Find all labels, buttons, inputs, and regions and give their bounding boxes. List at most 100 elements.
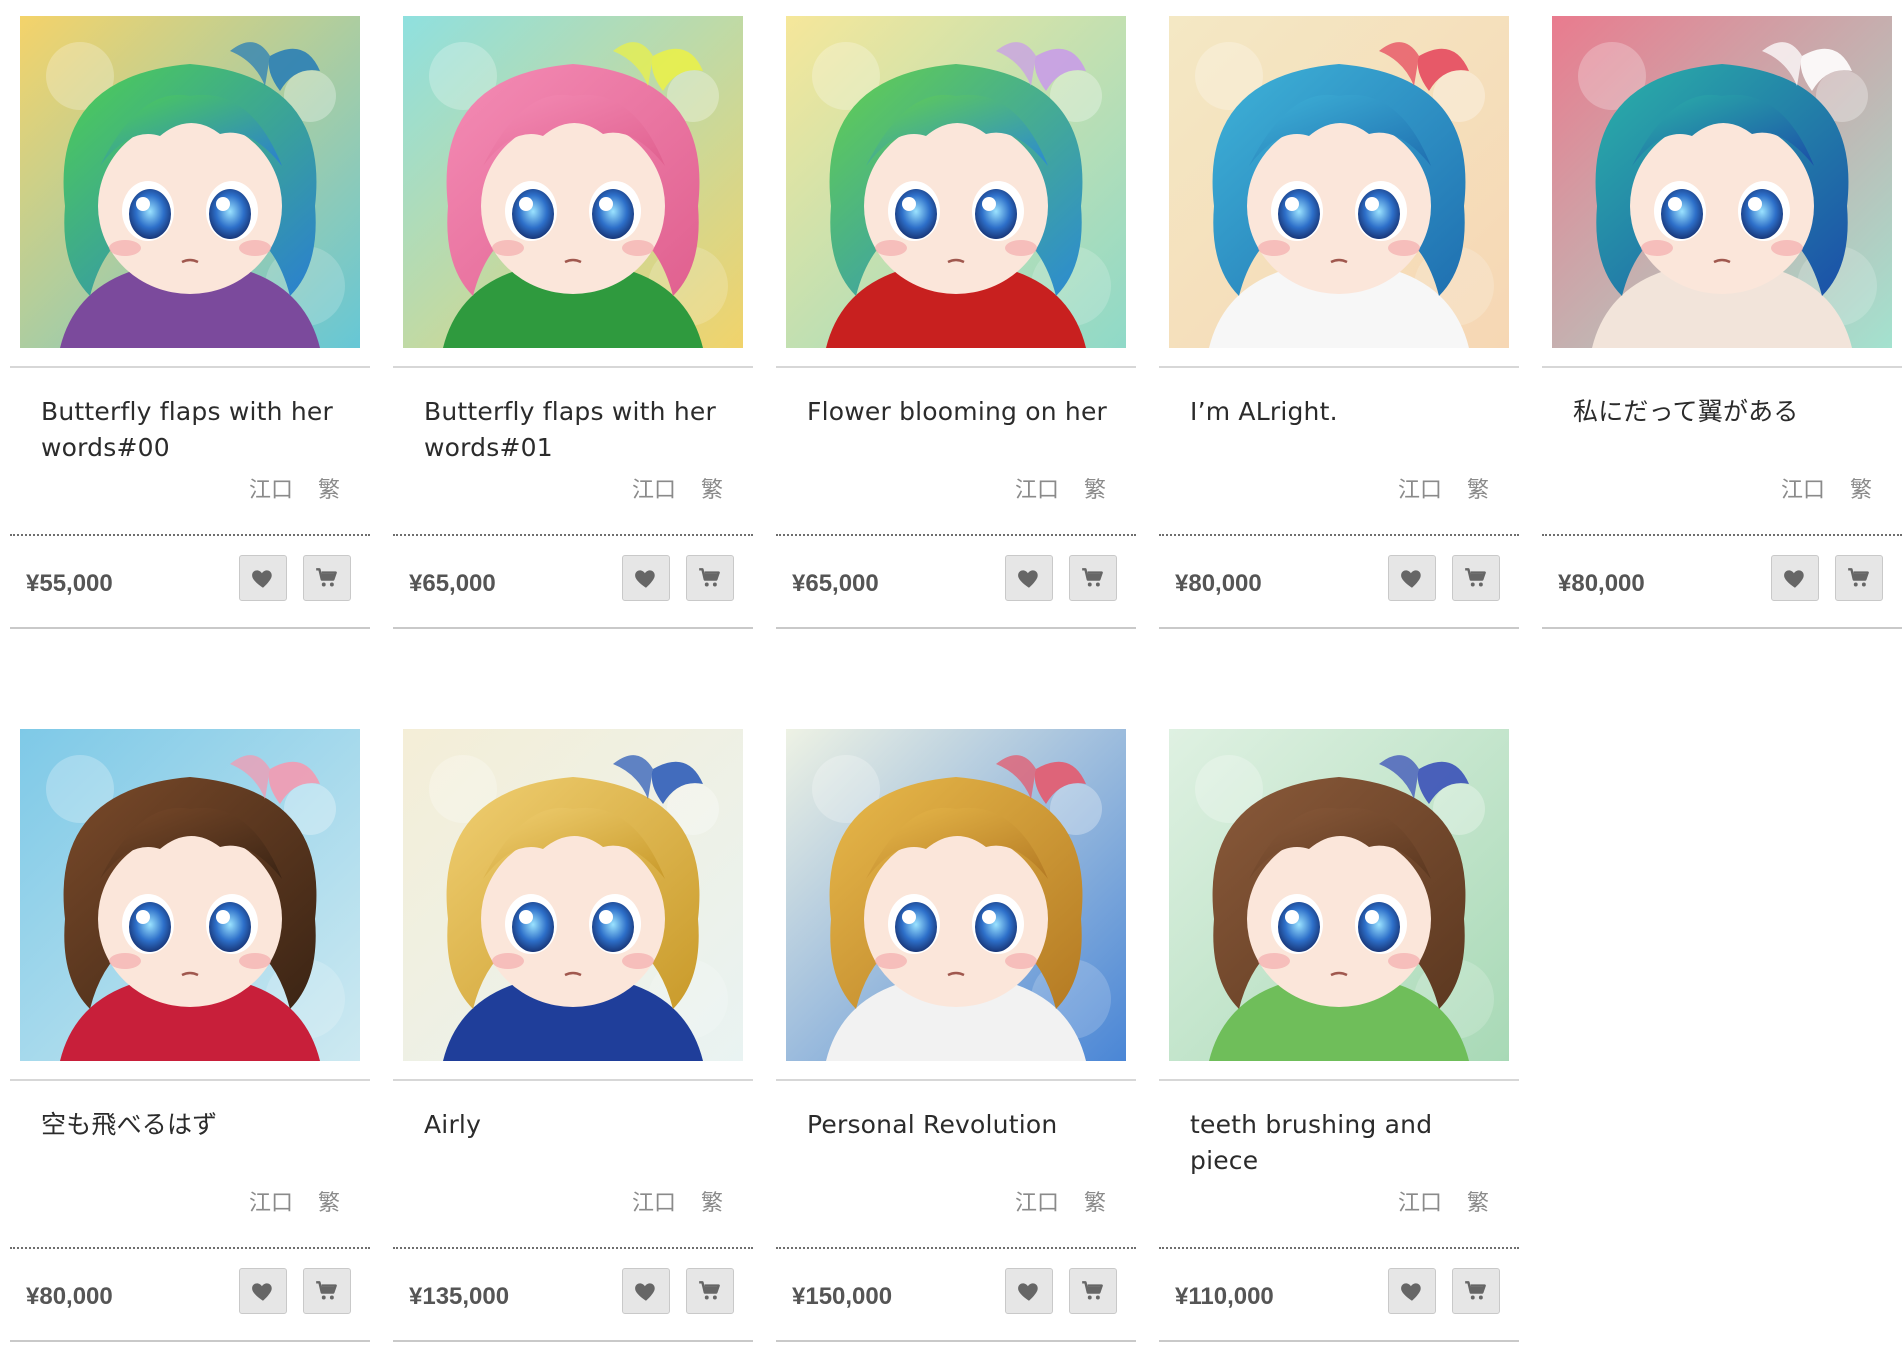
artist-name[interactable]: 江口 繁: [632, 1185, 723, 1217]
dotted-divider: [776, 1247, 1136, 1249]
artwork-price: ¥80,000: [1175, 570, 1262, 597]
favorite-button[interactable]: [622, 1268, 670, 1314]
divider: [393, 1340, 753, 1342]
divider: [393, 627, 753, 629]
artwork-title[interactable]: Airly: [424, 1107, 734, 1143]
cart-icon: [316, 1281, 337, 1300]
add-to-cart-button[interactable]: [1069, 555, 1117, 601]
divider: [10, 1340, 370, 1342]
artwork-price: ¥150,000: [792, 1283, 893, 1310]
painting-illustration: [1552, 16, 1892, 348]
artwork-title[interactable]: teeth brushing and piece: [1190, 1107, 1500, 1179]
divider: [1159, 627, 1519, 629]
painting-illustration: [786, 729, 1126, 1061]
divider: [1542, 366, 1902, 368]
painting-illustration: [403, 16, 743, 348]
painting-illustration: [786, 16, 1126, 348]
dotted-divider: [393, 1247, 753, 1249]
artwork-card: I’m ALright. 江口 繁 ¥80,000: [1159, 0, 1519, 629]
artwork-title[interactable]: Flower blooming on her: [807, 394, 1117, 430]
favorite-button[interactable]: [239, 1268, 287, 1314]
dotted-divider: [10, 534, 370, 536]
favorite-button[interactable]: [1771, 555, 1819, 601]
artwork-image[interactable]: [1552, 16, 1892, 348]
cart-icon: [699, 568, 720, 587]
artwork-image[interactable]: [20, 16, 360, 348]
artwork-card: teeth brushing and piece 江口 繁 ¥110,000: [1159, 713, 1519, 1342]
heart-icon: [1784, 570, 1804, 588]
favorite-button[interactable]: [1005, 1268, 1053, 1314]
favorite-button[interactable]: [1005, 555, 1053, 601]
dotted-divider: [1542, 534, 1902, 536]
cart-icon: [699, 1281, 720, 1300]
artwork-title[interactable]: 空も飛べるはず: [41, 1107, 351, 1143]
divider: [776, 1079, 1136, 1081]
artwork-image[interactable]: [403, 16, 743, 348]
painting-illustration: [20, 729, 360, 1061]
artwork-image[interactable]: [786, 16, 1126, 348]
heart-icon: [252, 570, 272, 588]
add-to-cart-button[interactable]: [686, 1268, 734, 1314]
heart-icon: [635, 570, 655, 588]
artwork-card: 空も飛べるはず 江口 繁 ¥80,000: [10, 713, 370, 1342]
heart-icon: [635, 1283, 655, 1301]
cart-icon: [1465, 1281, 1486, 1300]
artist-name[interactable]: 江口 繁: [632, 472, 723, 504]
painting-illustration: [403, 729, 743, 1061]
favorite-button[interactable]: [239, 555, 287, 601]
cart-icon: [316, 568, 337, 587]
artwork-price: ¥65,000: [409, 570, 496, 597]
divider: [10, 627, 370, 629]
artwork-card: Butterfly flaps with her words#01 江口 繁 ¥…: [393, 0, 753, 629]
artwork-price: ¥65,000: [792, 570, 879, 597]
favorite-button[interactable]: [1388, 1268, 1436, 1314]
artwork-price: ¥80,000: [1558, 570, 1645, 597]
divider: [1159, 1079, 1519, 1081]
artist-name[interactable]: 江口 繁: [1015, 1185, 1106, 1217]
artist-name[interactable]: 江口 繁: [1398, 472, 1489, 504]
artwork-grid: Butterfly flaps with her words#00 江口 繁 ¥…: [10, 0, 1902, 1342]
artwork-image[interactable]: [1169, 729, 1509, 1061]
heart-icon: [1401, 1283, 1421, 1301]
divider: [10, 1079, 370, 1081]
artist-name[interactable]: 江口 繁: [249, 1185, 340, 1217]
artwork-image[interactable]: [20, 729, 360, 1061]
add-to-cart-button[interactable]: [686, 555, 734, 601]
artwork-title[interactable]: Butterfly flaps with her words#01: [424, 394, 734, 466]
add-to-cart-button[interactable]: [1069, 1268, 1117, 1314]
divider: [1159, 1340, 1519, 1342]
heart-icon: [1401, 570, 1421, 588]
dotted-divider: [776, 534, 1136, 536]
painting-illustration: [1169, 729, 1509, 1061]
artist-name[interactable]: 江口 繁: [249, 472, 340, 504]
favorite-button[interactable]: [1388, 555, 1436, 601]
cart-icon: [1082, 568, 1103, 587]
artist-name[interactable]: 江口 繁: [1781, 472, 1872, 504]
artwork-title[interactable]: Personal Revolution: [807, 1107, 1117, 1143]
dotted-divider: [1159, 1247, 1519, 1249]
artwork-image[interactable]: [786, 729, 1126, 1061]
add-to-cart-button[interactable]: [303, 555, 351, 601]
divider: [776, 366, 1136, 368]
artist-name[interactable]: 江口 繁: [1015, 472, 1106, 504]
artwork-image[interactable]: [1169, 16, 1509, 348]
artist-name[interactable]: 江口 繁: [1398, 1185, 1489, 1217]
painting-illustration: [20, 16, 360, 348]
artwork-image[interactable]: [403, 729, 743, 1061]
artwork-card: Flower blooming on her 江口 繁 ¥65,000: [776, 0, 1136, 629]
artwork-card: 私にだって翼がある 江口 繁 ¥80,000: [1542, 0, 1902, 629]
add-to-cart-button[interactable]: [1835, 555, 1883, 601]
dotted-divider: [1159, 534, 1519, 536]
divider: [1542, 627, 1902, 629]
add-to-cart-button[interactable]: [1452, 1268, 1500, 1314]
heart-icon: [1018, 570, 1038, 588]
artwork-title[interactable]: Butterfly flaps with her words#00: [41, 394, 351, 466]
divider: [10, 366, 370, 368]
dotted-divider: [10, 1247, 370, 1249]
artwork-title[interactable]: I’m ALright.: [1190, 394, 1500, 430]
divider: [393, 366, 753, 368]
favorite-button[interactable]: [622, 555, 670, 601]
artwork-title[interactable]: 私にだって翼がある: [1573, 394, 1883, 430]
add-to-cart-button[interactable]: [303, 1268, 351, 1314]
add-to-cart-button[interactable]: [1452, 555, 1500, 601]
